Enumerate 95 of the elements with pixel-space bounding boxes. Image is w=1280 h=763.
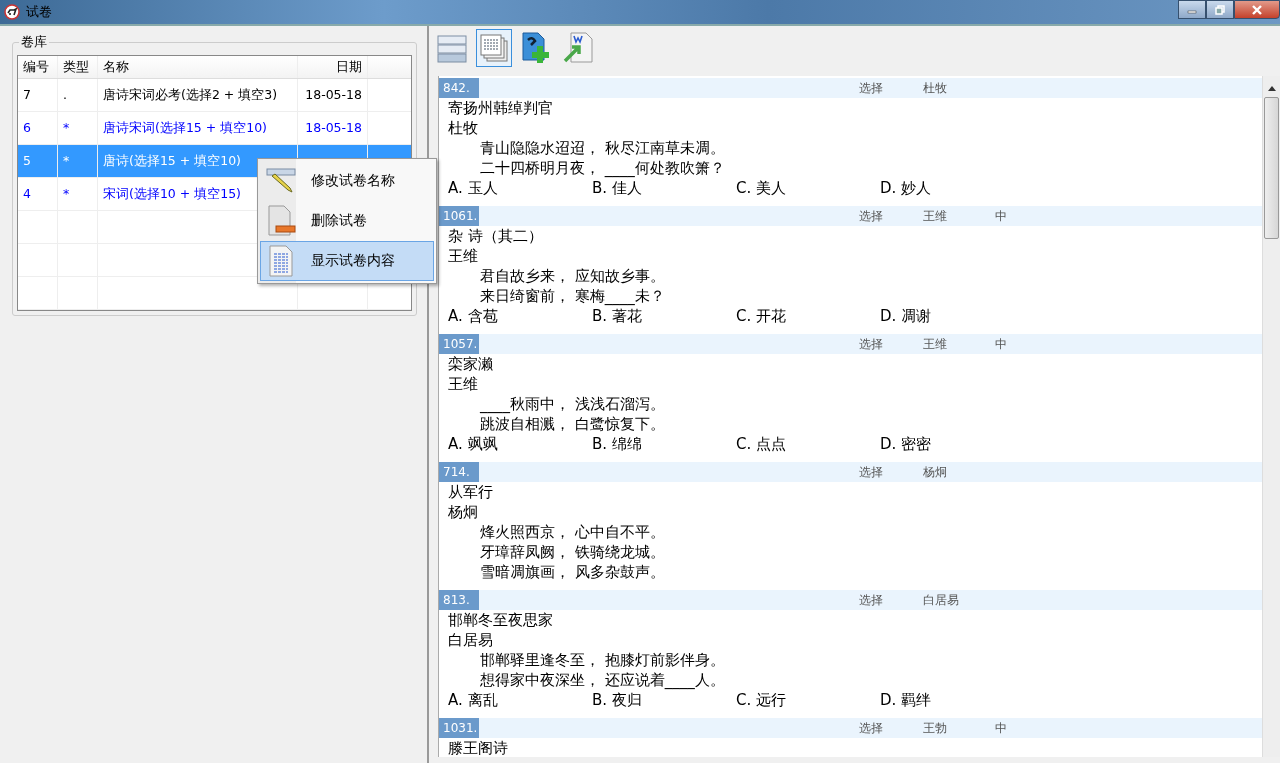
poem-author: 杨炯 xyxy=(448,502,479,522)
question-number: 1057. xyxy=(439,334,479,354)
poem-line: 雪暗凋旗画， 风多杂鼓声。 xyxy=(479,562,666,582)
close-icon xyxy=(1251,4,1263,15)
app-icon xyxy=(4,4,20,20)
poem-title: 滕王阁诗 xyxy=(448,738,509,757)
poem-author: 白居易 xyxy=(448,630,494,650)
answer-option: C. 点点 xyxy=(736,434,880,454)
answer-option: C. 开花 xyxy=(736,306,880,326)
answer-option: D. 凋谢 xyxy=(880,306,1024,326)
question-number: 813. xyxy=(439,590,479,610)
column-header[interactable]: 编号 xyxy=(18,56,58,78)
question-author-tag: 白居易 xyxy=(923,591,995,609)
column-header[interactable]: 日期 xyxy=(298,56,368,78)
table-cell: . xyxy=(58,79,98,111)
question-type: 选择 xyxy=(859,719,884,737)
answer-option: B. 夜归 xyxy=(592,690,736,710)
table-row[interactable]: 7 . 唐诗宋词必考(选择2 + 填空3) 18-05-18 xyxy=(18,79,411,112)
table-cell: 唐诗宋词(选择15 + 填空10) xyxy=(98,112,298,144)
question-type: 选择 xyxy=(859,79,884,97)
table-cell: 唐诗宋词必考(选择2 + 填空3) xyxy=(98,79,298,111)
answer-option: A. 飒飒 xyxy=(448,434,592,454)
window-title: 试卷 xyxy=(26,3,52,21)
poem-title: 从军行 xyxy=(448,482,494,502)
poem-line: 来日绮窗前， 寒梅____未？ xyxy=(479,286,666,306)
poem-line: 君自故乡来， 应知故乡事。 xyxy=(479,266,666,286)
poem-title: 杂 诗（其二） xyxy=(448,226,544,246)
column-header[interactable]: 名称 xyxy=(98,56,298,78)
answer-option: D. 妙人 xyxy=(880,178,1024,198)
menu-item[interactable]: 显示试卷内容 xyxy=(260,241,434,281)
pencil-icon xyxy=(266,168,296,194)
poem-line: 牙璋辞凤阙， 铁骑绕龙城。 xyxy=(479,542,666,562)
document-lines-icon xyxy=(268,245,294,277)
document-add-icon xyxy=(520,32,552,64)
question-type: 选择 xyxy=(859,591,884,609)
table-cell: * xyxy=(58,112,98,144)
word-export-icon xyxy=(562,32,594,64)
poem-author: 王维 xyxy=(448,246,479,266)
poem-line: 烽火照西京， 心中自不平。 xyxy=(479,522,666,542)
table-cell: 5 xyxy=(18,145,58,177)
question-author-tag: 杜牧 xyxy=(923,79,995,97)
answer-option: B. 佳人 xyxy=(592,178,736,198)
poem-line: ____秋雨中， 浅浅石溜泻。 xyxy=(479,394,666,414)
answer-option: C. 美人 xyxy=(736,178,880,198)
question-number: 842. xyxy=(439,78,479,98)
poem-title: 寄扬州韩绰判官 xyxy=(448,98,554,118)
poem-line: 二十四桥明月夜， ____何处教吹箫？ xyxy=(479,158,726,178)
rows-icon xyxy=(437,33,467,63)
table-cell: 4 xyxy=(18,178,58,210)
pages-view-button[interactable] xyxy=(476,29,512,67)
answer-option: A. 离乱 xyxy=(448,690,592,710)
question-type: 选择 xyxy=(859,463,884,481)
table-cell: * xyxy=(58,178,98,210)
answer-option: B. 绵绵 xyxy=(592,434,736,454)
question-number: 714. xyxy=(439,462,479,482)
question-author-tag: 王维 xyxy=(923,335,995,353)
scroll-up-icon xyxy=(1267,86,1276,91)
maximize-button[interactable] xyxy=(1206,0,1234,19)
column-header[interactable]: 类型 xyxy=(58,56,98,78)
table-cell: 6 xyxy=(18,112,58,144)
minimize-button[interactable] xyxy=(1178,0,1206,19)
table-cell: 18-05-18 xyxy=(298,112,368,144)
restore-icon xyxy=(1215,4,1225,15)
poem-title: 邯郸冬至夜思家 xyxy=(448,610,554,630)
answer-option: D. 密密 xyxy=(880,434,1024,454)
poem-line: 邯郸驿里逢冬至， 抱膝灯前影伴身。 xyxy=(479,650,726,670)
document-minus-icon xyxy=(266,205,296,237)
pages-icon xyxy=(479,33,509,63)
question-number: 1061. xyxy=(439,206,479,226)
poem-author: 杜牧 xyxy=(448,118,479,138)
poem-line: 跳波自相溅， 白鹭惊复下。 xyxy=(479,414,666,434)
question-author-tag: 王勃 xyxy=(923,719,995,737)
close-button[interactable] xyxy=(1234,0,1280,19)
table-cell: 18-05-18 xyxy=(298,79,368,111)
question-number: 1031. xyxy=(439,718,479,738)
poem-line: 青山隐隐水迢迢， 秋尽江南草未凋。 xyxy=(479,138,726,158)
question-difficulty: 中 xyxy=(995,719,1007,737)
scrollbar-thumb[interactable] xyxy=(1264,97,1279,239)
poem-line: 想得家中夜深坐， 还应说着____人。 xyxy=(479,670,726,690)
question-author-tag: 杨炯 xyxy=(923,463,995,481)
answer-option: A. 玉人 xyxy=(448,178,592,198)
question-author-tag: 王维 xyxy=(923,207,995,225)
answer-option: D. 羁绊 xyxy=(880,690,1024,710)
answer-option: B. 著花 xyxy=(592,306,736,326)
question-difficulty: 中 xyxy=(995,207,1007,225)
question-type: 选择 xyxy=(859,335,884,353)
question-difficulty: 中 xyxy=(995,335,1007,353)
group-title: 卷库 xyxy=(19,33,49,51)
poem-author: 王维 xyxy=(448,374,479,394)
table-cell: 7 xyxy=(18,79,58,111)
question-type: 选择 xyxy=(859,207,884,225)
answer-option: A. 含苞 xyxy=(448,306,592,326)
table-cell: * xyxy=(58,145,98,177)
poem-title: 栾家濑 xyxy=(448,354,494,374)
answer-option: C. 远行 xyxy=(736,690,880,710)
